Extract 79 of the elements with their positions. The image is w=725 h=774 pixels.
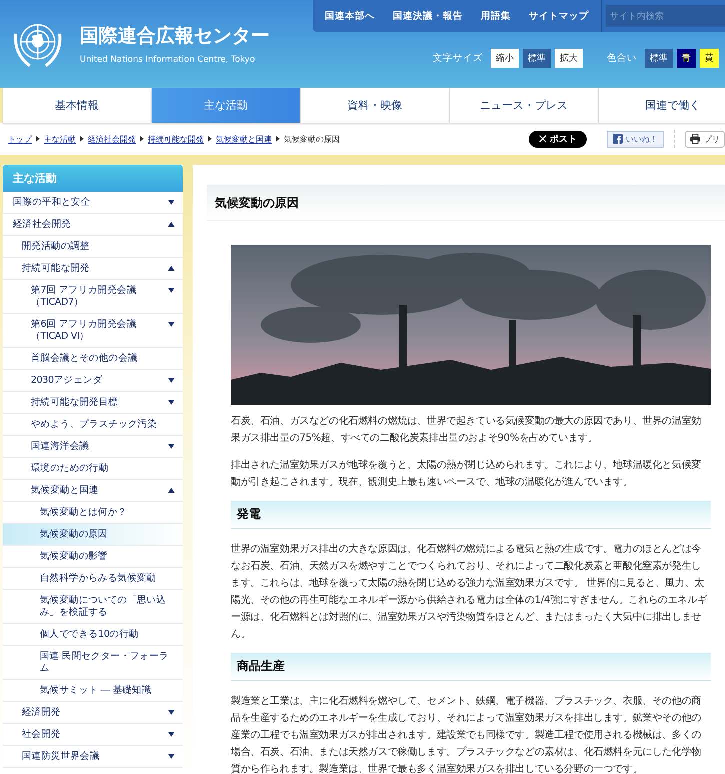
caret-down-icon bbox=[168, 378, 175, 383]
color-scheme-label: 色合い bbox=[607, 52, 637, 65]
sidebar-item[interactable]: 環境のための行動 bbox=[3, 458, 183, 480]
sidebar-item[interactable]: 国連防災世界会議 bbox=[3, 746, 183, 768]
facebook-logo-icon bbox=[613, 134, 623, 144]
post-button[interactable]: ポスト bbox=[529, 130, 587, 148]
sidebar-item[interactable]: 2030アジェンダ bbox=[3, 370, 183, 392]
sidebar-item[interactable]: 持続可能な開発目標 bbox=[3, 392, 183, 414]
sidebar-item[interactable]: 首脳会議とその他の会議 bbox=[3, 348, 183, 370]
nav-tab[interactable]: 国連で働く bbox=[599, 88, 725, 123]
caret-up-icon bbox=[168, 266, 175, 271]
sidebar-item[interactable]: 気候変動の原因 bbox=[3, 524, 183, 546]
like-button[interactable]: いいね！ bbox=[607, 130, 664, 148]
caret-down-icon bbox=[168, 400, 175, 405]
color-scheme-button[interactable]: 黄 bbox=[700, 49, 719, 68]
color-scheme-button[interactable]: 標準 bbox=[645, 49, 673, 68]
site-title: 国際連合広報センター bbox=[80, 24, 270, 49]
sidebar-item[interactable]: やめよう、プラスチック汚染 bbox=[3, 414, 183, 436]
breadcrumb-separator-icon bbox=[208, 136, 212, 142]
caret-up-icon bbox=[168, 488, 175, 493]
breadcrumb-separator-icon bbox=[80, 136, 84, 142]
breadcrumb-current: 気候変動の原因 bbox=[284, 134, 340, 144]
caret-down-icon bbox=[168, 322, 175, 327]
sidebar-item[interactable]: 第6回 アフリカ開発会議（TICAD VI） bbox=[3, 314, 183, 348]
caret-down-icon bbox=[168, 754, 175, 759]
article-paragraph: 製造業と工業は、主に化石燃料を燃やして、セメント、鉄鋼、電子機器、プラスチック、衣服、その他の商品を生産するためのエネルギーを生成しており、それによって温室効果ガスを排出します。鉱業やその他の産業の工程でも温室効果ガスが排出されます。建設業でも同様です。製造工程で使用される機械は、多くの場合、石炭、石油、または天然ガスで稼働します。プラスチックなどの素材は、化石燃料を元にした化学物質から作られます。製造業は、世界で最も多く温室効果ガスを排出している分野の一つです。 bbox=[231, 694, 702, 774]
sidebar-item[interactable]: 気候変動についての「思い込み」を検証する bbox=[3, 590, 183, 624]
caret-down-icon bbox=[168, 444, 175, 449]
top-link[interactable]: 国連決議・報告 bbox=[393, 10, 463, 22]
breadcrumb-link[interactable]: 持続可能な開発 bbox=[148, 134, 204, 144]
site-subtitle: United Nations Information Centre, Tokyo bbox=[80, 55, 256, 65]
breadcrumb-link[interactable]: 経済社会開発 bbox=[88, 134, 136, 144]
sidebar-item[interactable]: 気候変動と国連 bbox=[3, 480, 183, 502]
top-link[interactable]: 用語集 bbox=[481, 10, 511, 22]
sidebar-item[interactable]: 社会開発 bbox=[3, 724, 183, 746]
sidebar-title: 主な活動 bbox=[3, 165, 183, 192]
caret-up-icon bbox=[168, 222, 175, 227]
nav-tab[interactable]: 基本情報 bbox=[3, 88, 152, 123]
printer-icon bbox=[690, 134, 701, 144]
article-paragraph: 排出された温室効果ガスが地球を覆うと、太陽の熱が閉じ込められます。これにより、地球温暖化と気候変動が引き起こされます。現在、観測史上最も速いペースで、地球の温暖化が進んでいます。 bbox=[231, 458, 702, 490]
print-button[interactable]: プリ bbox=[685, 130, 725, 148]
sidebar-item[interactable]: 国連 民間セクター・フォーラム bbox=[3, 646, 183, 680]
sidebar-item[interactable]: 自然科学からみる気候変動 bbox=[3, 568, 183, 590]
breadcrumb-link[interactable]: トップ bbox=[8, 134, 32, 144]
top-link[interactable]: 国連本部へ bbox=[325, 10, 375, 22]
section-heading: 商品生産 bbox=[231, 653, 711, 681]
article-paragraph: 石炭、石油、ガスなどの化石燃料の燃焼は、世界で起きている気候変動の最大の原因であり、世界の温室効果ガス排出量の75%超、すべての二酸化炭素排出量のおよそ90%を占めています。 bbox=[231, 414, 702, 446]
font-size-button[interactable]: 拡大 bbox=[555, 49, 583, 68]
sidebar-item[interactable]: 気候サミット ― 基礎知識 bbox=[3, 680, 183, 702]
sidebar-item[interactable]: 国連海洋会議 bbox=[3, 436, 183, 458]
sidebar-item[interactable]: 経済開発 bbox=[3, 702, 183, 724]
section-heading: 発電 bbox=[231, 501, 711, 529]
sidebar-item[interactable]: 経済社会開発 bbox=[3, 214, 183, 236]
font-size-label: 文字サイズ bbox=[433, 52, 483, 65]
breadcrumb-link[interactable]: 主な活動 bbox=[44, 134, 76, 144]
article-title: 気候変動の原因 bbox=[207, 185, 725, 221]
nav-tab[interactable]: 資料・映像 bbox=[301, 88, 450, 123]
breadcrumb-link[interactable]: 気候変動と国連 bbox=[216, 134, 272, 144]
breadcrumb-separator-icon bbox=[276, 136, 280, 142]
caret-down-icon bbox=[168, 288, 175, 293]
nav-tab[interactable]: ニュース・プレス bbox=[450, 88, 599, 123]
font-size-button[interactable]: 縮小 bbox=[491, 49, 519, 68]
x-logo-icon bbox=[539, 135, 547, 143]
breadcrumb-separator-icon bbox=[140, 136, 144, 142]
sidebar-item[interactable]: 気候変動の影響 bbox=[3, 546, 183, 568]
top-link[interactable]: サイトマップ bbox=[529, 10, 589, 22]
caret-down-icon bbox=[168, 200, 175, 205]
search-field[interactable]: サイト内検索 bbox=[606, 5, 725, 27]
article-paragraph: 世界の温室効果ガス排出の大きな原因は、化石燃料の燃焼による電気と熱の生成です。電力のほとんどは今なお石炭、石油、天然ガスを燃やすことでつくられており、それによって二酸化炭素と亜酸化窒素が発生します。これらは、地球を覆って太陽の熱を閉じ込める強力な温室効果ガスです。 世界的に見ると、風力、太陽光、その他の再生可能なエネルギー源から供給される電力は全体の1/4強にすぎません。これらのエネルギー源は、化石燃料とは対照的に、温室効果ガスや汚染物質をほとんど、またはまったく大気中に排出しません。 bbox=[231, 542, 708, 642]
sidebar-item[interactable]: 開発活動の調整 bbox=[3, 236, 183, 258]
caret-down-icon bbox=[168, 732, 175, 737]
sidebar-item[interactable]: 個人でできる10の行動 bbox=[3, 624, 183, 646]
font-size-button[interactable]: 標準 bbox=[523, 49, 551, 68]
color-scheme-button[interactable]: 青 bbox=[677, 49, 696, 68]
caret-down-icon bbox=[168, 710, 175, 715]
sidebar-item[interactable]: 持続可能な開発 bbox=[3, 258, 183, 280]
breadcrumb-separator-icon bbox=[36, 136, 40, 142]
sidebar-item[interactable]: 国際の平和と安全 bbox=[3, 192, 183, 214]
sidebar-item[interactable]: 第7回 アフリカ開発会議（TICAD7） bbox=[3, 280, 183, 314]
